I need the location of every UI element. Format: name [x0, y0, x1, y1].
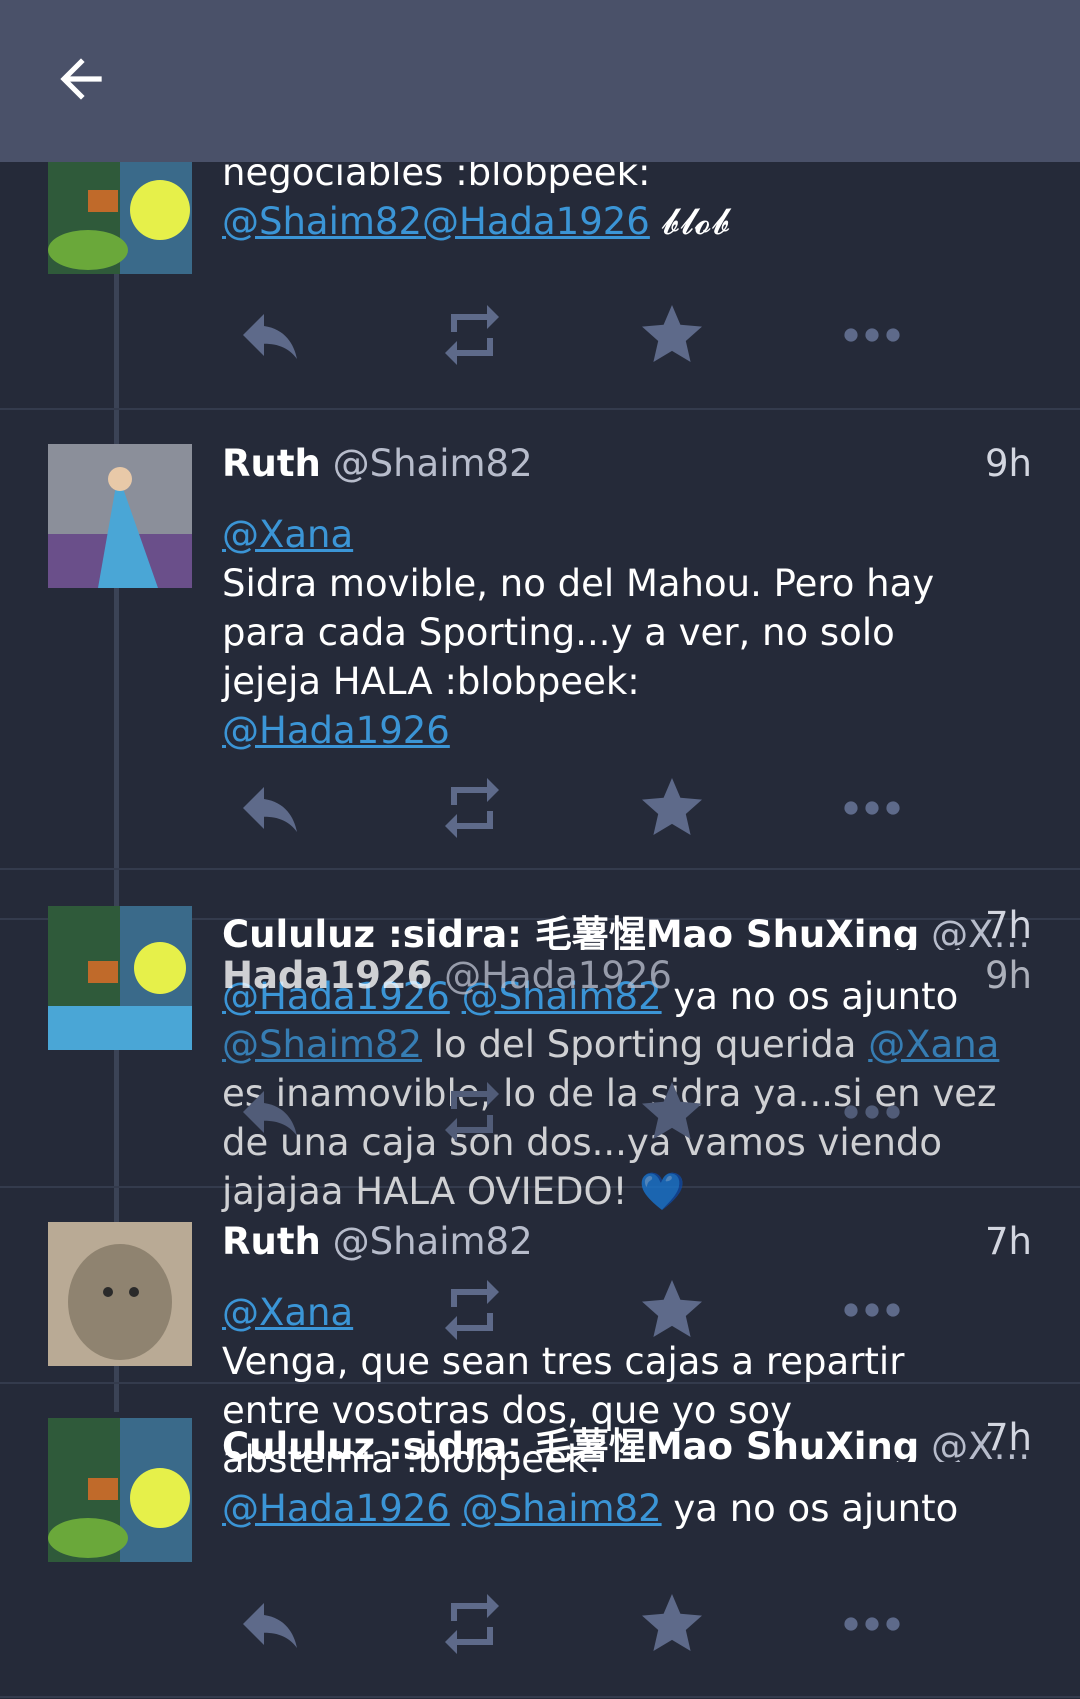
- trailing-text: 𝓫𝓵𝓸𝓫: [661, 200, 731, 243]
- timestamp: 7h: [985, 1220, 1032, 1263]
- reply-button[interactable]: [230, 1584, 310, 1664]
- more-icon: [844, 1105, 900, 1119]
- timestamp: 9h: [985, 954, 1032, 997]
- favorite-button[interactable]: [632, 1072, 712, 1152]
- mention-link[interactable]: @Shaim82: [222, 200, 422, 243]
- avatar[interactable]: [48, 444, 192, 588]
- star-icon: [642, 1594, 702, 1651]
- mention-link[interactable]: @Hada1926: [222, 709, 450, 752]
- retweet-button[interactable]: [432, 768, 512, 848]
- tweet-text-line: jajajaa HALA OVIEDO!: [222, 1170, 628, 1213]
- avatar[interactable]: [48, 906, 192, 1050]
- tweet-text-line: jejeja HALA :blobpeek:: [222, 660, 640, 703]
- retweet-icon: [445, 1594, 499, 1654]
- tweet-actions: [222, 1584, 942, 1664]
- star-icon: [642, 1082, 702, 1139]
- mention-link[interactable]: @Shaim82: [222, 1023, 422, 1066]
- tweet-actions: [222, 768, 942, 848]
- more-button[interactable]: [832, 295, 912, 375]
- star-icon: [642, 1280, 702, 1337]
- display-name[interactable]: Cululuz :sidra: 毛薯惺Mao ShuXing: [222, 913, 919, 950]
- reply-icon: [243, 787, 297, 832]
- more-button[interactable]: [832, 1072, 912, 1152]
- tweet-actions: [222, 1270, 942, 1350]
- mention-link[interactable]: @Shaim82: [462, 1487, 662, 1530]
- divider: [0, 868, 1080, 870]
- star-icon: [642, 305, 702, 362]
- avatar[interactable]: [48, 1222, 192, 1366]
- retweet-button[interactable]: [432, 1584, 512, 1664]
- reply-button[interactable]: [230, 1072, 310, 1152]
- user-handle[interactable]: @Shaim82: [333, 1220, 533, 1263]
- avatar[interactable]: [48, 1418, 192, 1562]
- retweet-button[interactable]: [432, 295, 512, 375]
- mention-link[interactable]: @Hada1926: [222, 1487, 450, 1530]
- mention-link[interactable]: @Xana: [868, 1023, 999, 1066]
- display-name[interactable]: Cululuz :sidra: 毛薯惺Mao ShuXing: [222, 1425, 919, 1462]
- user-handle[interactable]: @Hada1926: [444, 954, 672, 997]
- reply-icon: [243, 314, 297, 359]
- timestamp: 9h: [985, 442, 1032, 485]
- tweet-text-line: para cada Sporting...y a ver, no solo: [222, 611, 895, 654]
- back-button[interactable]: [50, 48, 120, 110]
- divider: [0, 1696, 1080, 1698]
- more-button[interactable]: [832, 1584, 912, 1664]
- tweet-actions: [222, 295, 942, 375]
- more-icon: [844, 801, 900, 815]
- more-icon: [844, 1617, 900, 1631]
- retweet-icon: [445, 305, 499, 365]
- retweet-icon: [445, 778, 499, 838]
- display-name[interactable]: Ruth: [222, 1220, 321, 1263]
- mention-link[interactable]: @Xana: [222, 513, 353, 556]
- display-name[interactable]: Hada1926: [222, 954, 432, 997]
- favorite-button[interactable]: [632, 1584, 712, 1664]
- retweet-button[interactable]: [432, 1072, 512, 1152]
- more-button[interactable]: [832, 768, 912, 848]
- retweet-button[interactable]: [432, 1270, 512, 1350]
- reply-icon: [243, 1603, 297, 1648]
- divider: [0, 408, 1080, 410]
- tweet-text: lo del Sporting querida: [433, 1023, 857, 1066]
- app-header: [0, 0, 1080, 162]
- display-name[interactable]: Ruth: [222, 442, 321, 485]
- favorite-button[interactable]: [632, 768, 712, 848]
- retweet-icon: [445, 1280, 499, 1340]
- favorite-button[interactable]: [632, 295, 712, 375]
- back-arrow-icon: [60, 58, 102, 100]
- reply-button[interactable]: [230, 768, 310, 848]
- reply-button[interactable]: [230, 295, 310, 375]
- mention-link[interactable]: @Hada1926: [422, 200, 650, 243]
- timestamp: 7h: [985, 1416, 1032, 1459]
- tweet-text-line: Sidra movible, no del Mahou. Pero hay: [222, 562, 935, 605]
- tweet-actions: [222, 1072, 942, 1152]
- user-handle[interactable]: @Shaim82: [333, 442, 533, 485]
- more-icon: [844, 1303, 900, 1317]
- tweet-text: ya no os ajunto: [673, 1487, 959, 1530]
- more-icon: [844, 328, 900, 342]
- star-icon: [642, 778, 702, 835]
- favorite-button[interactable]: [632, 1270, 712, 1350]
- reply-icon: [243, 1091, 297, 1136]
- blue-heart-icon: 💙: [639, 1170, 686, 1213]
- retweet-icon: [445, 1082, 499, 1142]
- timestamp: 7h: [985, 904, 1032, 947]
- more-button[interactable]: [832, 1270, 912, 1350]
